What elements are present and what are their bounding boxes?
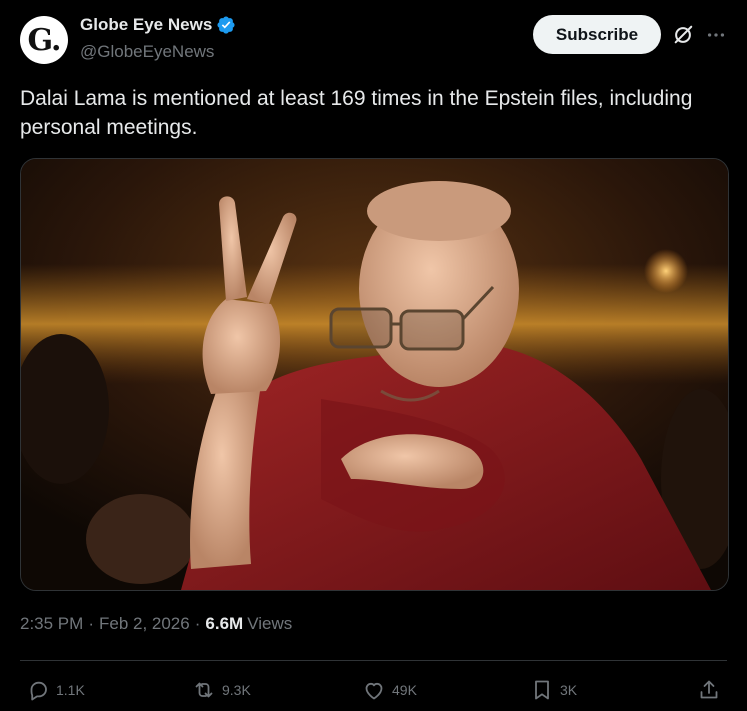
author-handle[interactable]: @GlobeEyeNews xyxy=(80,42,214,62)
avatar-letter: G. xyxy=(27,22,62,58)
divider xyxy=(20,660,727,661)
subscribe-button[interactable]: Subscribe xyxy=(533,15,661,54)
post-photo[interactable] xyxy=(20,158,729,591)
avatar[interactable]: G. xyxy=(20,16,68,64)
bookmark-count: 3K xyxy=(560,682,578,698)
more-options-icon[interactable] xyxy=(705,24,727,46)
bookmark-button[interactable]: 3K xyxy=(530,676,577,704)
heart-icon xyxy=(365,682,383,700)
share-icon xyxy=(700,680,718,699)
post-meta: 2:35 PM · Feb 2, 2026 · 6.6M Views xyxy=(20,614,292,634)
reply-count: 1.1K xyxy=(56,682,85,698)
views-label: Views xyxy=(247,614,293,633)
author-name[interactable]: Globe Eye News xyxy=(80,15,212,35)
post-time[interactable]: 2:35 PM xyxy=(20,614,83,634)
reply-button[interactable]: 1.1K xyxy=(26,676,85,704)
meta-separator: · xyxy=(88,614,94,633)
like-button[interactable]: 49K xyxy=(362,676,417,704)
author-name-row[interactable]: Globe Eye News xyxy=(80,15,236,35)
repost-count: 9.3K xyxy=(222,682,251,698)
meta-separator: · xyxy=(194,614,201,633)
grok-icon[interactable] xyxy=(672,24,694,46)
views-count: 6.6M xyxy=(205,614,244,633)
post-text: Dalai Lama is mentioned at least 169 tim… xyxy=(20,87,693,139)
like-count: 49K xyxy=(392,682,417,698)
verified-badge-icon xyxy=(217,16,235,34)
reply-icon xyxy=(30,681,47,701)
bookmark-icon xyxy=(535,680,549,700)
repost-button[interactable]: 9.3K xyxy=(192,676,251,704)
repost-icon xyxy=(195,682,213,698)
post-date[interactable]: Feb 2, 2026 xyxy=(99,614,190,634)
photo-illustration xyxy=(21,159,728,590)
share-button[interactable] xyxy=(697,676,727,704)
